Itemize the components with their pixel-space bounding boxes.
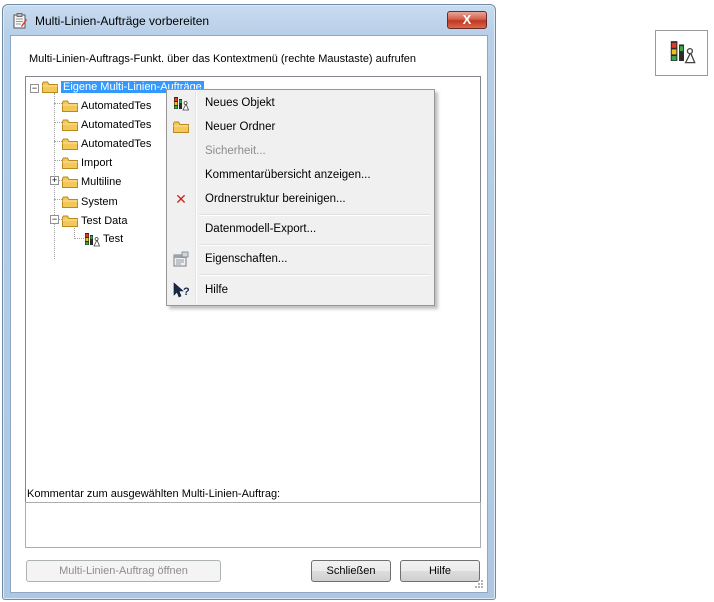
folder-icon [62, 138, 78, 150]
menu-item-new-folder[interactable]: Neuer Ordner [169, 116, 432, 138]
menu-item-label: Sicherheit... [205, 145, 266, 157]
help-icon: ? [173, 282, 189, 298]
tree-item-label: Multiline [81, 176, 122, 189]
close-button[interactable]: X [447, 11, 487, 29]
menu-item-label: Neues Objekt [205, 97, 275, 109]
title-bar[interactable]: Multi-Linien-Aufträge vorbereiten X [3, 5, 495, 35]
resize-grip-icon[interactable] [474, 579, 484, 589]
tree-item[interactable]: AutomatedTes [62, 136, 151, 152]
menu-item-datamodel-export[interactable]: Datenmodell-Export... [169, 218, 432, 240]
menu-item-label: Neuer Ordner [205, 121, 276, 133]
multiline-job-icon [173, 95, 189, 111]
menu-item-properties[interactable]: Eigenschaften... [169, 248, 432, 270]
folder-icon [62, 100, 78, 112]
menu-item-label: Datenmodell-Export... [205, 223, 317, 235]
open-multiline-job-button[interactable]: Multi-Linien-Auftrag öffnen [26, 560, 221, 582]
folder-open-icon [42, 81, 58, 93]
tree-item[interactable]: AutomatedTes [62, 98, 151, 114]
folder-icon [62, 119, 78, 131]
properties-icon [173, 251, 189, 267]
tree-item[interactable]: Test Data [62, 213, 127, 229]
testdata-collapse-toggle[interactable]: − [50, 215, 59, 224]
tree-item[interactable]: Import [62, 155, 112, 171]
delete-x-icon: ✕ [175, 191, 187, 207]
clipboard-icon [13, 13, 27, 29]
folder-icon [62, 157, 78, 169]
tree-item-label: Import [81, 157, 113, 170]
tree-item[interactable]: System [62, 194, 118, 210]
folder-open-icon [62, 215, 78, 227]
help-button[interactable]: Hilfe [400, 560, 480, 582]
menu-separator [199, 214, 430, 216]
menu-separator [199, 244, 430, 246]
folder-icon [62, 176, 78, 188]
menu-item-clean-folder-structure[interactable]: ✕ Ordnerstruktur bereinigen... [169, 188, 432, 210]
context-menu: Neues Objekt Neuer Ordner Sicherheit... … [166, 89, 435, 306]
menu-item-comment-overview[interactable]: Kommentarübersicht anzeigen... [169, 164, 432, 186]
tree-item[interactable]: AutomatedTes [62, 117, 151, 133]
tree-item[interactable]: Test [84, 231, 123, 247]
hint-text: Multi-Linien-Auftrags-Funkt. über das Ko… [29, 53, 417, 65]
menu-item-label: Ordnerstruktur bereinigen... [205, 193, 346, 205]
menu-item-security[interactable]: Sicherheit... [169, 140, 432, 162]
menu-separator [199, 274, 430, 276]
multiline-job-icon [84, 231, 100, 247]
comment-label: Kommentar zum ausgewählten Multi-Linien-… [27, 488, 281, 500]
tree-item-label: Test [103, 233, 124, 246]
menu-item-label: Hilfe [205, 284, 229, 296]
window-title: Multi-Linien-Aufträge vorbereiten [35, 14, 210, 28]
multiline-expand-toggle[interactable]: + [50, 176, 59, 185]
folder-icon [62, 196, 78, 208]
multiline-job-icon [670, 40, 696, 64]
folder-icon [173, 121, 189, 133]
multiline-job-icon-large [655, 30, 708, 76]
comment-field[interactable] [25, 502, 481, 548]
root-collapse-toggle[interactable]: − [30, 84, 39, 93]
menu-item-label: Kommentarübersicht anzeigen... [205, 169, 371, 181]
close-dialog-button[interactable]: Schließen [311, 560, 391, 582]
tree-item-label: AutomatedTes [81, 138, 152, 151]
tree-item[interactable]: Multiline [62, 174, 121, 190]
tree-item-label: System [81, 196, 118, 209]
menu-item-help[interactable]: ? Hilfe [169, 279, 432, 301]
tree-item-label: AutomatedTes [81, 119, 152, 132]
menu-item-label: Eigenschaften... [205, 253, 288, 265]
menu-item-new-object[interactable]: Neues Objekt [169, 92, 432, 114]
svg-text:?: ? [183, 286, 189, 298]
tree-item-label: Test Data [81, 215, 128, 228]
tree-item-label: AutomatedTes [81, 100, 152, 113]
